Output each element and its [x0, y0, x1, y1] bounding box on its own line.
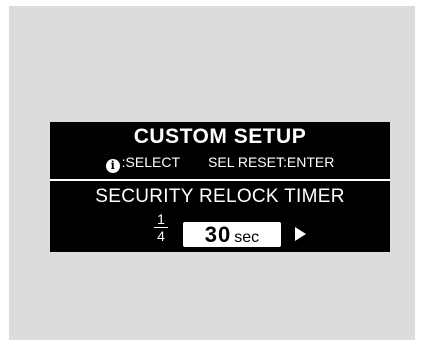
display-screen: CUSTOM SETUP i:SELECT SEL RESET:ENTER SEC…: [50, 122, 390, 252]
timer-value: 30: [204, 222, 232, 247]
screen-title: CUSTOM SETUP: [133, 125, 307, 148]
page-total: 4: [157, 228, 165, 244]
page-indicator: 1 4: [154, 212, 168, 243]
info-icon: i: [105, 159, 120, 173]
reset-hint: SEL RESET:ENTER: [208, 154, 335, 170]
divider: [50, 179, 390, 181]
timer-unit: sec: [234, 229, 260, 246]
device-frame: CUSTOM SETUP i:SELECT SEL RESET:ENTER SEC…: [9, 6, 415, 340]
setting-title: SECURITY RELOCK TIMER: [95, 186, 345, 207]
page-current: 1: [157, 211, 165, 227]
right-arrow-icon[interactable]: [295, 227, 306, 241]
timer-value-field[interactable]: 30 sec: [183, 222, 281, 247]
select-hint: :SELECT: [121, 154, 181, 170]
hint-row: i:SELECT SEL RESET:ENTER: [50, 153, 390, 173]
